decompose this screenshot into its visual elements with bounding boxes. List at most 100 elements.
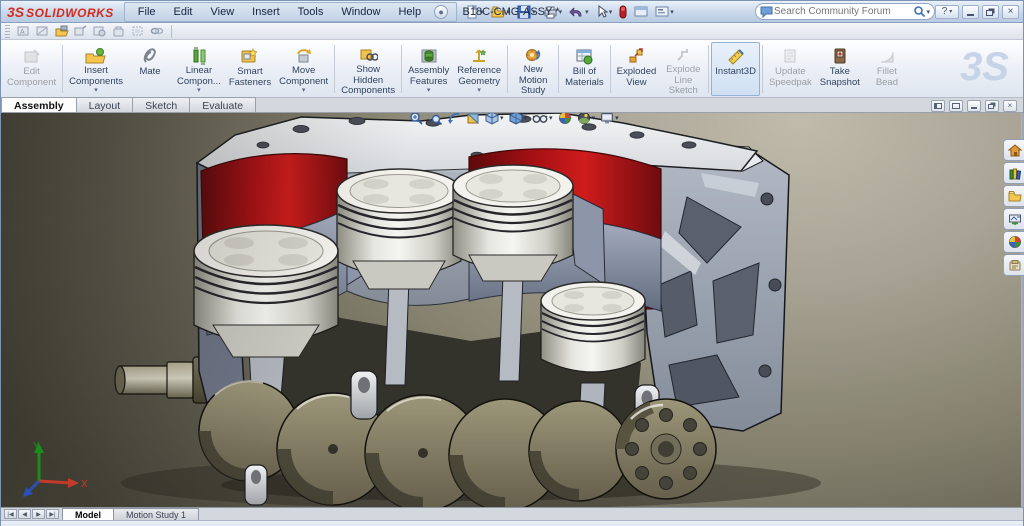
assembly-toolbar-icon-5[interactable] [91,24,108,39]
search-options-caret[interactable]: ▾ [926,8,930,16]
appearances-scenes-tab[interactable] [1003,231,1024,253]
document-title: B18C-CMG-ASSY * [361,6,661,18]
model-tab[interactable]: Model [62,508,114,520]
show-hidden-components-icon [358,46,378,64]
zoom-to-fit-icon [409,113,423,125]
assembly-toolbar-icon-2[interactable] [34,24,51,39]
ribbon-separator [762,45,763,93]
fillet-bead-button[interactable]: Fillet Bead [864,42,910,96]
tab-sketch[interactable]: Sketch [132,97,190,112]
design-library-tab[interactable] [1003,162,1024,184]
assembly-toolbar-icon-3[interactable] [53,24,70,39]
edit-component-button[interactable]: Edit Component [3,42,60,96]
zoom-to-fit-button[interactable] [407,113,425,127]
reference-triad: Y X [21,439,91,501]
engine-assembly-model[interactable] [1,113,1024,507]
design-library-icon [1008,167,1022,180]
search-area: ▾ [755,3,935,20]
community-search-box[interactable]: ▾ [755,3,935,20]
file-explorer-icon [1008,190,1022,202]
home-tab[interactable] [1003,139,1024,161]
pane-left-button[interactable] [931,100,945,112]
scroll-next-button[interactable]: ▶ [32,509,45,519]
graphics-viewport[interactable]: ▾ ▾ ▾ ▾ ▾ Y X [1,113,1024,507]
assembly-toolbar-icon-7[interactable] [129,24,146,39]
linear-component-pattern-button[interactable]: Linear Compon... ▾ [173,42,225,96]
dropdown-caret[interactable]: ▾ [427,88,431,94]
scroll-prev-button[interactable]: ◀ [18,509,31,519]
update-speedpak-icon [781,46,799,66]
edit-appearance-button[interactable] [556,113,574,127]
ribbon-separator [507,45,508,93]
exploded-view-button[interactable]: Exploded View [613,42,661,96]
show-hidden-components-button[interactable]: Show Hidden Components [337,42,399,96]
assembly-toolbar-icon-1[interactable]: A [15,24,32,39]
doc-restore-button[interactable] [985,100,999,112]
assembly-toolbar-icon-6[interactable] [110,24,127,39]
triad-y-label: Y [33,441,40,452]
dropdown-caret[interactable]: ▾ [477,88,481,94]
new-motion-study-button[interactable]: New Motion Study [510,42,556,96]
move-component-button[interactable]: Move Component ▾ [275,42,332,96]
smart-fasteners-button[interactable]: Smart Fasteners [225,42,275,96]
menu-insert[interactable]: Insert [243,4,289,20]
doc-minimize-button[interactable] [967,100,981,112]
take-snapshot-button[interactable]: Take Snapshot [816,42,864,96]
scroll-first-button[interactable]: |◀ [4,509,17,519]
exploded-view-icon [627,46,645,66]
assembly-toolbar-icon-4[interactable] [72,24,89,39]
menu-edit[interactable]: Edit [165,4,202,20]
menu-file[interactable]: File [129,4,165,20]
file-explorer-tab[interactable] [1003,185,1024,207]
task-pane-tabs [1003,139,1024,277]
motion-study-1-tab[interactable]: Motion Study 1 [113,508,199,520]
reference-geometry-button[interactable]: Reference Geometry ▾ [453,42,505,96]
help-button[interactable]: ?▾ [935,5,959,19]
command-tab-row: Assembly Layout Sketch Evaluate × [1,98,1023,113]
command-manager-ribbon: Edit Component Insert Components ▾ Mate … [1,40,1023,98]
view-orientation-button[interactable]: ▾ [483,113,506,127]
update-speedpak-button[interactable]: Update Speedpak [765,42,816,96]
doc-close-button[interactable]: × [1003,100,1017,112]
display-style-button[interactable]: ▾ [507,113,530,127]
close-button[interactable]: × [1002,5,1019,19]
view-palette-tab[interactable] [1003,208,1024,230]
explode-line-sketch-icon [674,46,692,64]
smart-fasteners-icon [240,46,260,66]
instant3d-icon [726,46,746,66]
view-settings-button[interactable]: ▾ [598,113,621,127]
dropdown-caret[interactable]: ▾ [94,88,98,94]
assembly-features-button[interactable]: Assembly Features ▾ [404,42,453,96]
pane-right-button[interactable] [949,100,963,112]
search-input[interactable] [774,6,913,17]
title-bar: 3S SOLIDWORKS File Edit View Insert Tool… [1,1,1023,23]
zoom-to-area-button[interactable] [426,113,444,127]
hide-show-items-button[interactable]: ▾ [530,113,555,127]
menu-tools[interactable]: Tools [289,4,333,20]
mate-icon [142,46,158,66]
toolbar-grip[interactable] [5,25,10,38]
custom-properties-tab[interactable] [1003,254,1024,276]
bill-of-materials-button[interactable]: Bill of Materials [561,42,608,96]
menu-view[interactable]: View [202,4,244,20]
assembly-toolbar-icon-8[interactable] [148,24,165,39]
explode-line-sketch-button[interactable]: Explode Line Sketch [660,42,706,96]
search-magnifier-icon[interactable] [913,5,926,18]
instant3d-button[interactable]: Instant3D [711,42,760,96]
apply-scene-button[interactable]: ▾ [575,113,598,127]
minimize-button[interactable] [962,5,979,19]
restore-button[interactable] [982,5,999,19]
mate-button[interactable]: Mate [127,42,173,96]
previous-view-button[interactable] [445,113,463,127]
dropdown-caret[interactable]: ▾ [197,88,201,94]
tab-layout[interactable]: Layout [76,97,134,112]
document-window-controls: × [931,98,1017,113]
apply-scene-icon [577,113,591,125]
dropdown-caret[interactable]: ▾ [302,88,306,94]
scroll-last-button[interactable]: ▶| [46,509,59,519]
section-view-button[interactable] [464,113,482,127]
insert-components-button[interactable]: Insert Components ▾ [65,42,127,96]
tab-evaluate[interactable]: Evaluate [189,97,256,112]
tab-assembly[interactable]: Assembly [1,97,77,112]
toolbar-separator [171,25,172,38]
